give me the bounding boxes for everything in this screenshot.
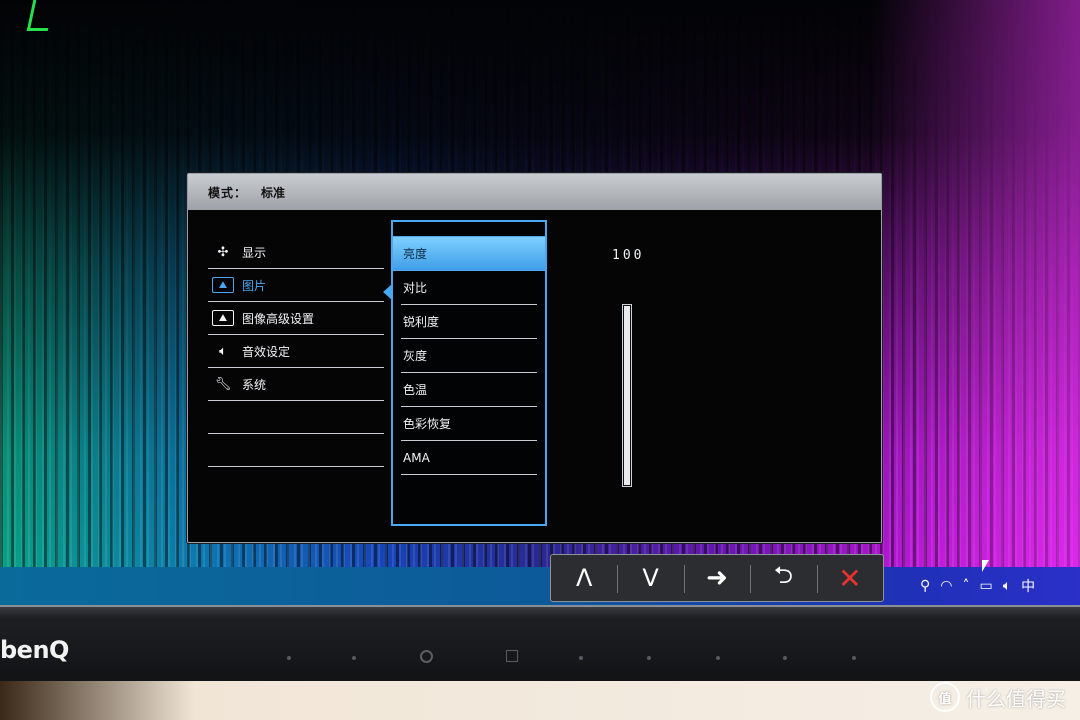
ime-indicator[interactable]: 中 bbox=[1021, 576, 1035, 596]
exit-button[interactable]: ✕ bbox=[816, 555, 883, 601]
chevron-up-icon[interactable]: ˄ bbox=[962, 578, 969, 594]
submenu-item-contrast[interactable]: 对比 bbox=[401, 271, 537, 305]
submenu-item-color-temp[interactable]: 色温 bbox=[401, 373, 537, 407]
submenu-item-label: 灰度 bbox=[403, 349, 428, 363]
chevron-up-icon: Λ bbox=[575, 564, 593, 592]
menu-item-audio[interactable]: 🔈︎ 音效设定 bbox=[208, 335, 384, 368]
menu-item-display[interactable]: ✣ 显示 bbox=[208, 236, 384, 269]
return-icon: ⮌ bbox=[773, 560, 794, 589]
power-icon[interactable] bbox=[420, 650, 433, 663]
network-icon[interactable]: ▭ bbox=[979, 578, 992, 594]
monitor-bezel bbox=[0, 605, 1080, 683]
bezel-dot bbox=[579, 656, 583, 660]
bezel-dot bbox=[352, 656, 356, 660]
sensor-icon bbox=[506, 650, 518, 662]
hotkey-bar: Λ V ➜ ⮌ ✕ bbox=[550, 554, 884, 602]
submenu-item-label: 色彩恢复 bbox=[403, 417, 452, 431]
menu-item-label: 图像高级设置 bbox=[242, 311, 315, 326]
picture-advanced-icon: ⛰ bbox=[212, 310, 234, 326]
watermark-logo: 值 bbox=[930, 682, 960, 712]
system-tray: ⚲ ◠ ˄ ▭ 🔈︎ 中 bbox=[900, 567, 1080, 605]
menu-item-label: 图片 bbox=[242, 278, 267, 293]
main-menu: ✣ 显示 ⛰ 图片 ⛰ 图像高级设置 🔈︎ 音效设定 🔧︎ 系统 bbox=[208, 236, 384, 467]
submenu-item-label: 对比 bbox=[403, 281, 428, 295]
watermark: 值 什么值得买 bbox=[930, 682, 1066, 712]
bezel-dot bbox=[287, 656, 291, 660]
brand-logo: benQ bbox=[0, 636, 69, 664]
wrench-icon: 🔧︎ bbox=[214, 376, 232, 392]
wifi-icon[interactable]: ◠ bbox=[940, 578, 952, 594]
people-icon[interactable]: ⚲ bbox=[920, 578, 930, 594]
bezel-dot bbox=[716, 656, 720, 660]
mouse-cursor-icon bbox=[982, 560, 989, 572]
wallpaper-glow bbox=[870, 0, 1080, 605]
menu-item-picture[interactable]: ⛰ 图片 bbox=[208, 269, 384, 302]
submenu-item-gamma[interactable]: 灰度 bbox=[401, 339, 537, 373]
brightness-value: 100 bbox=[612, 248, 645, 263]
chevron-down-icon: V bbox=[642, 564, 659, 592]
osd-header: 模式： 标准 bbox=[188, 174, 881, 210]
bezel-dot bbox=[852, 656, 856, 660]
close-icon: ✕ bbox=[838, 561, 862, 595]
submenu-top-strip bbox=[393, 222, 545, 237]
mode-label: 模式： bbox=[208, 185, 248, 200]
up-button[interactable]: Λ bbox=[551, 555, 617, 601]
desk-surface bbox=[0, 681, 1080, 720]
submenu-item-brightness[interactable]: 亮度 bbox=[393, 237, 545, 271]
menu-item-label: 显示 bbox=[242, 245, 267, 260]
brightness-slider-fill bbox=[624, 306, 630, 485]
menu-item-empty bbox=[208, 434, 384, 467]
submenu-item-label: AMA bbox=[403, 450, 430, 465]
picture-icon: ⛰ bbox=[212, 277, 234, 293]
submenu-item-label: 亮度 bbox=[403, 247, 428, 261]
brightness-slider[interactable] bbox=[622, 304, 632, 487]
mode-value: 标准 bbox=[261, 185, 286, 200]
submenu-item-ama[interactable]: AMA bbox=[401, 441, 537, 475]
osd-window: 模式： 标准 ✣ 显示 ⛰ 图片 ⛰ 图像高级设置 🔈︎ 音效设定 🔧︎ 系统 bbox=[187, 173, 882, 543]
watermark-text: 什么值得买 bbox=[966, 686, 1066, 711]
submenu-item-color-reset[interactable]: 色彩恢复 bbox=[401, 407, 537, 441]
back-button[interactable]: ⮌ bbox=[750, 555, 816, 601]
menu-item-system[interactable]: 🔧︎ 系统 bbox=[208, 368, 384, 401]
arrow-right-icon: ➜ bbox=[706, 563, 728, 593]
speaker-icon: 🔈︎ bbox=[219, 343, 227, 359]
submenu-item-sharpness[interactable]: 锐利度 bbox=[401, 305, 537, 339]
menu-item-label: 音效设定 bbox=[242, 344, 291, 359]
bezel-dot bbox=[783, 656, 787, 660]
bezel-dot bbox=[647, 656, 651, 660]
menu-item-picture-advanced[interactable]: ⛰ 图像高级设置 bbox=[208, 302, 384, 335]
menu-item-empty bbox=[208, 401, 384, 434]
volume-icon[interactable]: 🔈︎ bbox=[1003, 578, 1011, 594]
submenu-item-label: 锐利度 bbox=[403, 315, 440, 329]
down-button[interactable]: V bbox=[617, 555, 683, 601]
display-icon: ✣ bbox=[217, 244, 229, 260]
menu-item-label: 系统 bbox=[242, 377, 267, 392]
submenu-item-label: 色温 bbox=[403, 383, 428, 397]
enter-button[interactable]: ➜ bbox=[683, 555, 750, 601]
picture-submenu: 亮度 对比 锐利度 灰度 色温 色彩恢复 AMA bbox=[391, 220, 547, 526]
